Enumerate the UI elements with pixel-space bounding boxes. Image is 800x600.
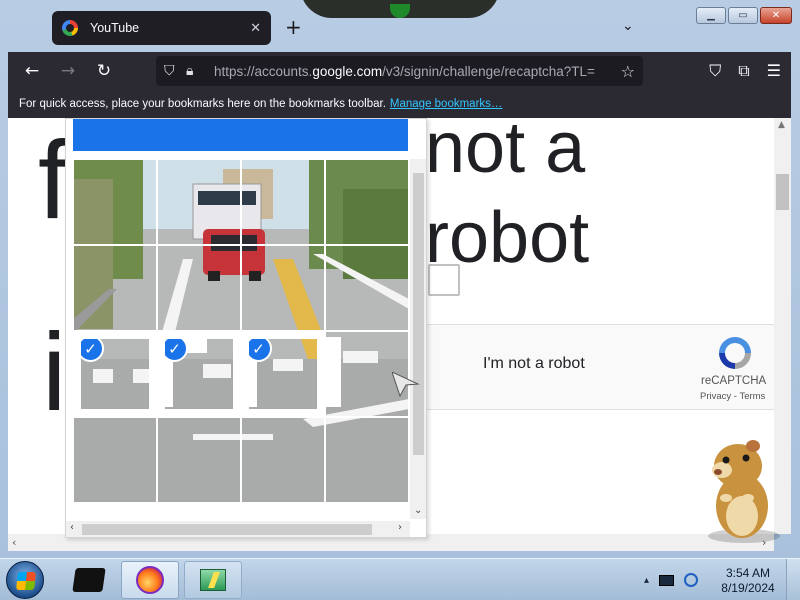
toolbar-actions: ⛉ ⧉ ☰ (709, 61, 781, 81)
browser-tray-icon[interactable] (684, 573, 699, 587)
reload-icon[interactable]: ↻ (89, 61, 119, 81)
url-bar[interactable]: ⛉ 🔒︎ https://accounts.google.com/v3/sign… (156, 56, 643, 86)
partial-heading-glyph: i (42, 311, 67, 434)
network-monitor-icon[interactable] (659, 574, 675, 586)
shield-icon[interactable]: ⛉ (164, 63, 186, 79)
mouse-cursor-icon (392, 372, 420, 398)
page-scroll-thumb[interactable] (776, 174, 789, 210)
hamster-mascot-icon (708, 440, 780, 543)
challenge-vertical-scrollbar[interactable]: ⌄ (410, 159, 426, 519)
tray-expand-icon[interactable]: ▴ (644, 575, 649, 586)
recaptcha-widget: I'm not a robot reCAPTCHA Privacy - Term… (425, 324, 774, 410)
show-desktop-button[interactable] (786, 559, 800, 600)
chevron-down-icon[interactable]: ⌄ (622, 18, 634, 34)
recaptcha-logo-icon (719, 337, 751, 369)
menu-icon[interactable]: ☰ (767, 61, 781, 81)
new-tab-button[interactable]: + (285, 17, 302, 37)
challenge-tile[interactable] (241, 245, 325, 331)
url-text[interactable]: https://accounts.google.com/v3/signin/ch… (214, 64, 621, 79)
clock-time: 3:54 AM (725, 566, 771, 580)
challenge-tile[interactable]: ✓ (241, 331, 325, 417)
taskbar: ▴ 3:54 AM 8/19/2024 (0, 558, 800, 600)
challenge-tile-grid: ✓ ✓ ✓ (73, 159, 409, 503)
chevron-down-icon[interactable]: ⌄ (414, 505, 422, 516)
checkmark-icon: ✓ (249, 339, 272, 362)
link-separator: - (733, 391, 737, 402)
desktop: ▁ ▭ ✕ YouTube ✕ + ⌄ ← → ↻ ⛉ 🔒︎ https://a… (0, 0, 800, 600)
maximize-button[interactable]: ▭ (728, 7, 758, 24)
start-button[interactable] (6, 561, 44, 599)
terminal-icon (72, 568, 106, 592)
partial-heading-glyph: f (38, 119, 69, 242)
clock-date: 8/19/2024 (721, 581, 775, 595)
navigation-toolbar: ← → ↻ ⛉ 🔒︎ https://accounts.google.com/v… (8, 52, 791, 90)
bookmark-star-icon[interactable]: ☆ (621, 62, 635, 81)
google-g-icon (62, 20, 78, 36)
extensions-icon[interactable]: ⧉ (738, 61, 749, 81)
minimize-button[interactable]: ▁ (696, 7, 726, 24)
window-controls: ▁ ▭ ✕ (696, 7, 792, 24)
scroll-left-icon[interactable]: ‹ (12, 536, 16, 549)
forward-arrow-icon[interactable]: → (53, 61, 83, 81)
recaptcha-links: Privacy - Terms (700, 391, 765, 402)
tab-youtube[interactable]: YouTube ✕ (52, 11, 271, 45)
tab-title: YouTube (90, 21, 140, 35)
checkmark-icon: ✓ (165, 339, 188, 362)
recaptcha-checkbox[interactable] (428, 264, 460, 296)
terms-link[interactable]: Terms (739, 391, 765, 402)
privacy-link[interactable]: Privacy (700, 391, 731, 402)
challenge-tile[interactable] (157, 417, 241, 503)
close-icon[interactable]: ✕ (250, 21, 261, 36)
app-manager-icon (200, 569, 226, 591)
challenge-scroll-thumb[interactable] (413, 173, 424, 455)
challenge-tile[interactable] (241, 159, 325, 245)
challenge-hscroll-thumb[interactable] (82, 524, 372, 535)
taskbar-terminal[interactable] (60, 561, 118, 599)
taskbar-clock[interactable]: 3:54 AM 8/19/2024 (714, 566, 782, 596)
challenge-header (73, 119, 408, 151)
back-arrow-icon[interactable]: ← (17, 61, 47, 81)
lock-icon[interactable]: 🔒︎ (186, 63, 208, 79)
challenge-tile[interactable]: ✓ (157, 331, 241, 417)
windows-logo-icon (16, 572, 36, 590)
challenge-tile[interactable] (73, 159, 157, 245)
challenge-tile[interactable] (325, 417, 409, 503)
challenge-tile[interactable] (241, 417, 325, 503)
manage-bookmarks-link[interactable]: Manage bookmarks… (390, 98, 503, 110)
challenge-tile[interactable] (157, 245, 241, 331)
scroll-left-icon[interactable]: ‹ (70, 522, 74, 533)
challenge-tile[interactable] (325, 245, 409, 331)
challenge-tile[interactable] (73, 417, 157, 503)
scroll-right-icon[interactable]: › (398, 522, 402, 533)
scroll-up-icon[interactable]: ▲ (778, 120, 785, 130)
close-window-button[interactable]: ✕ (760, 7, 792, 24)
challenge-horizontal-scrollbar[interactable]: ‹ › (66, 521, 410, 537)
pocket-icon[interactable]: ⛉ (709, 61, 721, 81)
recaptcha-brand: reCAPTCHA (701, 375, 767, 387)
recaptcha-label: I'm not a robot (483, 355, 585, 372)
bookmarks-message: For quick access, place your bookmarks h… (19, 98, 386, 110)
challenge-tile[interactable] (157, 159, 241, 245)
firefox-icon (136, 566, 164, 594)
challenge-tile[interactable] (73, 245, 157, 331)
recaptcha-challenge-popup: ✓ ✓ ✓ ⌄ ‹ › (65, 118, 427, 538)
bookmarks-toolbar: For quick access, place your bookmarks h… (8, 90, 791, 118)
challenge-tile[interactable] (325, 159, 409, 245)
page-heading-line1: not a (425, 118, 586, 188)
taskbar-app-manager[interactable] (184, 561, 242, 599)
challenge-tile[interactable]: ✓ (73, 331, 157, 417)
taskbar-firefox[interactable] (121, 561, 179, 599)
checkmark-icon: ✓ (81, 339, 104, 362)
system-tray: ▴ (644, 573, 699, 587)
